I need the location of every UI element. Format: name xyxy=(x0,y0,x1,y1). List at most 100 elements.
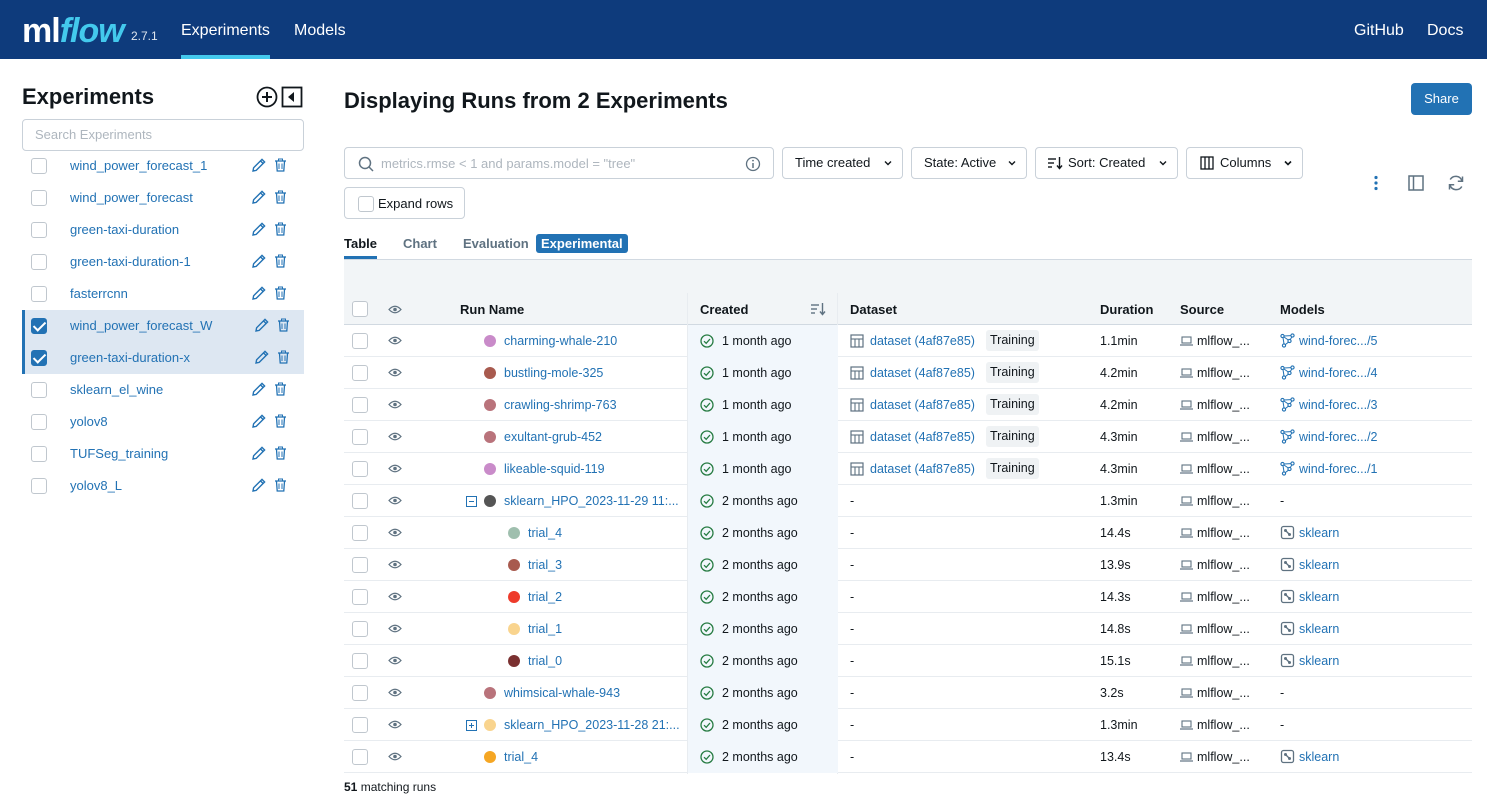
run-color-dot[interactable] xyxy=(484,463,496,475)
time-created-dropdown[interactable]: Time created xyxy=(782,147,903,179)
experiment-item[interactable]: wind_power_forecast xyxy=(22,182,304,214)
edit-icon[interactable] xyxy=(251,445,267,461)
source-value[interactable]: mlflow_... xyxy=(1197,398,1250,412)
run-color-dot[interactable] xyxy=(484,367,496,379)
source-value[interactable]: mlflow_... xyxy=(1197,718,1250,732)
run-name-link[interactable]: trial_4 xyxy=(528,526,562,540)
experiment-name[interactable]: sklearn_el_wine xyxy=(70,382,163,397)
select-all-checkbox[interactable] xyxy=(352,301,368,317)
experiment-checkbox[interactable] xyxy=(31,414,47,430)
row-checkbox[interactable] xyxy=(352,461,368,477)
model-link[interactable]: wind-forec.../2 xyxy=(1299,430,1378,444)
model-link[interactable]: sklearn xyxy=(1299,526,1339,540)
search-experiments-input[interactable]: Search Experiments xyxy=(22,119,304,151)
mlflow-logo[interactable]: ml flow xyxy=(22,12,125,48)
experiment-name[interactable]: yolov8_L xyxy=(70,478,122,493)
experiment-item[interactable]: green-taxi-duration xyxy=(22,214,304,246)
eye-icon[interactable] xyxy=(388,559,402,570)
experiment-checkbox[interactable] xyxy=(31,478,47,494)
source-value[interactable]: mlflow_... xyxy=(1197,622,1250,636)
run-name-link[interactable]: charming-whale-210 xyxy=(504,334,617,348)
run-color-dot[interactable] xyxy=(508,559,520,571)
trash-icon[interactable] xyxy=(274,190,287,204)
trash-icon[interactable] xyxy=(277,318,290,332)
experiment-name[interactable]: wind_power_forecast_W xyxy=(70,318,212,333)
edit-icon[interactable] xyxy=(251,381,267,397)
edit-icon[interactable] xyxy=(251,157,267,173)
model-link[interactable]: wind-forec.../1 xyxy=(1299,462,1378,476)
plus-circle-icon[interactable] xyxy=(256,86,278,108)
dataset-link[interactable]: dataset (4af87e85) xyxy=(870,366,975,380)
experiment-checkbox[interactable] xyxy=(31,446,47,462)
columns-dropdown[interactable]: Columns xyxy=(1186,147,1303,179)
edit-icon[interactable] xyxy=(251,285,267,301)
model-link[interactable]: wind-forec.../5 xyxy=(1299,334,1378,348)
source-value[interactable]: mlflow_... xyxy=(1197,590,1250,604)
source-value[interactable]: mlflow_... xyxy=(1197,334,1250,348)
table-row[interactable]: sklearn_HPO_2023-11-28 21:... 2 months ag… xyxy=(344,709,1472,741)
experiment-item[interactable]: yolov8_L xyxy=(22,470,304,502)
table-row[interactable]: sklearn_HPO_2023-11-29 11:... 2 months ag… xyxy=(344,485,1472,517)
row-checkbox[interactable] xyxy=(352,749,368,765)
column-header-run-name[interactable]: Run Name xyxy=(460,302,524,317)
eye-icon[interactable] xyxy=(388,687,402,698)
table-row[interactable]: bustling-mole-325 1 month ago dataset (4af… xyxy=(344,357,1472,389)
experiment-item[interactable]: yolov8 xyxy=(22,406,304,438)
source-value[interactable]: mlflow_... xyxy=(1197,526,1250,540)
experiment-item[interactable]: wind_power_forecast_1 xyxy=(22,150,304,182)
run-name-link[interactable]: bustling-mole-325 xyxy=(504,366,603,380)
model-link[interactable]: sklearn xyxy=(1299,654,1339,668)
row-checkbox[interactable] xyxy=(352,557,368,573)
run-name-link[interactable]: crawling-shrimp-763 xyxy=(504,398,617,412)
tab-chart[interactable]: Chart xyxy=(403,236,437,251)
source-value[interactable]: mlflow_... xyxy=(1197,654,1250,668)
trash-icon[interactable] xyxy=(274,382,287,396)
eye-icon[interactable] xyxy=(388,304,402,315)
table-row[interactable]: trial_4 2 months ago - 14.4s mlflow_... sklea… xyxy=(344,517,1472,549)
collapse-sidebar-icon[interactable] xyxy=(281,86,303,108)
trash-icon[interactable] xyxy=(277,350,290,364)
run-color-dot[interactable] xyxy=(508,623,520,635)
experiment-name[interactable]: green-taxi-duration-1 xyxy=(70,254,191,269)
tab-evaluation[interactable]: Evaluation xyxy=(463,236,529,251)
eye-icon[interactable] xyxy=(388,751,402,762)
dataset-link[interactable]: dataset (4af87e85) xyxy=(870,334,975,348)
experiment-item[interactable]: wind_power_forecast_W xyxy=(22,310,304,342)
row-checkbox[interactable] xyxy=(352,653,368,669)
edit-icon[interactable] xyxy=(251,189,267,205)
experiment-name[interactable]: green-taxi-duration xyxy=(70,222,179,237)
toggle-side-panel-icon[interactable] xyxy=(1407,174,1425,192)
experiment-item[interactable]: fasterrcnn xyxy=(22,278,304,310)
run-color-dot[interactable] xyxy=(484,495,496,507)
experiment-name[interactable]: wind_power_forecast xyxy=(70,190,193,205)
experiment-checkbox[interactable] xyxy=(31,158,47,174)
experiment-checkbox[interactable] xyxy=(31,318,47,334)
edit-icon[interactable] xyxy=(251,413,267,429)
table-row[interactable]: charming-whale-210 1 month ago dataset (4a… xyxy=(344,325,1472,357)
eye-icon[interactable] xyxy=(388,399,402,410)
table-row[interactable]: whimsical-whale-943 2 months ago - 3.2s mlfl… xyxy=(344,677,1472,709)
row-checkbox[interactable] xyxy=(352,589,368,605)
row-checkbox[interactable] xyxy=(352,397,368,413)
expand-group-icon[interactable] xyxy=(466,720,477,731)
run-color-dot[interactable] xyxy=(484,751,496,763)
row-checkbox[interactable] xyxy=(352,717,368,733)
eye-icon[interactable] xyxy=(388,495,402,506)
sort-desc-icon[interactable] xyxy=(810,302,826,316)
row-checkbox[interactable] xyxy=(352,621,368,637)
column-header-source[interactable]: Source xyxy=(1180,302,1224,317)
run-color-dot[interactable] xyxy=(508,591,520,603)
run-name-link[interactable]: likeable-squid-119 xyxy=(504,462,605,476)
state-dropdown[interactable]: State: Active xyxy=(911,147,1027,179)
source-value[interactable]: mlflow_... xyxy=(1197,558,1250,572)
run-name-link[interactable]: trial_0 xyxy=(528,654,562,668)
source-value[interactable]: mlflow_... xyxy=(1197,462,1250,476)
dataset-link[interactable]: dataset (4af87e85) xyxy=(870,398,975,412)
eye-icon[interactable] xyxy=(388,623,402,634)
experiment-checkbox[interactable] xyxy=(31,382,47,398)
eye-icon[interactable] xyxy=(388,655,402,666)
model-link[interactable]: sklearn xyxy=(1299,622,1339,636)
row-checkbox[interactable] xyxy=(352,429,368,445)
source-value[interactable]: mlflow_... xyxy=(1197,686,1250,700)
edit-icon[interactable] xyxy=(254,317,270,333)
